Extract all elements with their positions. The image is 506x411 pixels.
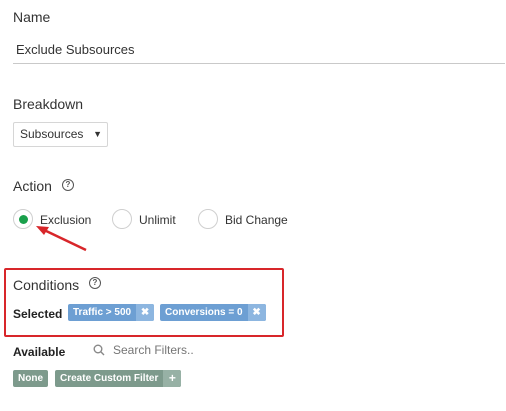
search-filters-input[interactable]	[113, 341, 273, 359]
help-circle-icon[interactable]: ?	[62, 179, 74, 191]
selected-tag-conversions[interactable]: Conversions = 0 ✖	[160, 304, 266, 321]
radio-unlimit[interactable]	[112, 209, 132, 229]
radio-bid-change[interactable]	[198, 209, 218, 229]
action-label: Action	[13, 178, 52, 194]
create-custom-filter-label: Create Custom Filter	[60, 373, 159, 384]
breakdown-select[interactable]: Subsources ▼	[13, 122, 108, 147]
name-input[interactable]	[13, 36, 505, 64]
tag-text: Traffic > 500	[73, 307, 132, 318]
close-icon[interactable]: ✖	[136, 304, 155, 321]
available-label: Available	[13, 345, 66, 359]
breakdown-label: Breakdown	[13, 96, 84, 112]
radio-selected-dot	[18, 214, 28, 224]
name-label: Name	[13, 9, 51, 25]
create-custom-filter-button[interactable]: Create Custom Filter +	[55, 370, 182, 387]
tag-text: Conversions = 0	[165, 307, 243, 318]
plus-icon[interactable]: +	[163, 370, 182, 387]
caret-down-icon: ▼	[93, 129, 102, 139]
conditions-label: Conditions	[13, 277, 80, 293]
radio-bid-change-label[interactable]: Bid Change	[225, 213, 288, 227]
annotation-arrow	[36, 226, 87, 252]
help-circle-icon[interactable]: ?	[89, 277, 101, 289]
none-button[interactable]: None	[13, 370, 48, 387]
radio-unlimit-label[interactable]: Unlimit	[139, 213, 176, 227]
selected-label: Selected	[13, 307, 63, 321]
none-button-label: None	[18, 373, 43, 384]
breakdown-selected-value: Subsources	[20, 127, 84, 141]
radio-exclusion[interactable]	[13, 209, 33, 229]
search-icon	[93, 344, 105, 356]
selected-tag-traffic[interactable]: Traffic > 500 ✖	[68, 304, 155, 321]
close-icon[interactable]: ✖	[247, 304, 266, 321]
